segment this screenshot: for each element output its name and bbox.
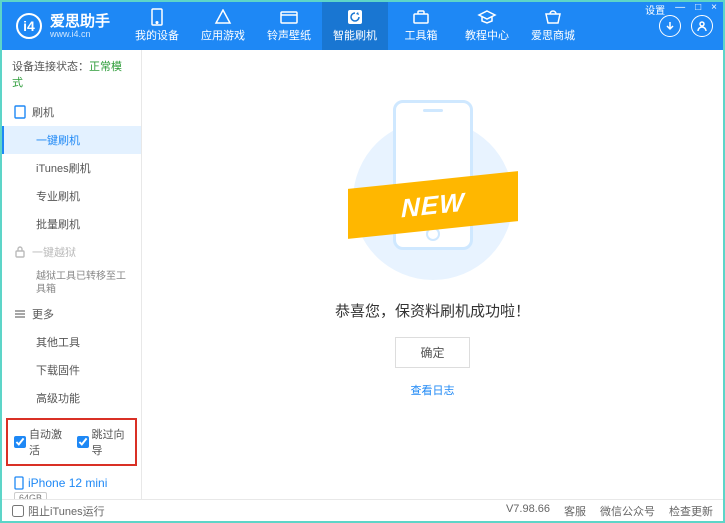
close-icon[interactable]: × [709,2,719,17]
top-nav: 我的设备 应用游戏 铃声壁纸 智能刷机 工具箱 教程中心 爱思商城 [124,2,659,50]
options-box: 自动激活 跳过向导 [6,418,137,466]
sidebar-item-pro-flash[interactable]: 专业刷机 [2,182,141,210]
sidebar-item-oneclick-flash[interactable]: 一键刷机 [2,126,141,154]
support-link[interactable]: 客服 [564,503,586,519]
footer: 阻止iTunes运行 V7.98.66 客服 微信公众号 检查更新 [2,499,723,521]
minimize-icon[interactable]: — [673,2,687,17]
nav-tutorials[interactable]: 教程中心 [454,2,520,50]
phone-icon [14,476,24,490]
menu-icon [14,308,26,320]
wechat-link[interactable]: 微信公众号 [600,503,655,519]
main-content: NEW 恭喜您，保资料刷机成功啦！ 确定 查看日志 [142,50,723,499]
user-button[interactable] [691,15,713,37]
nav-smart-flash[interactable]: 智能刷机 [322,2,388,50]
jailbreak-note: 越狱工具已转移至工具箱 [2,266,141,300]
check-update-link[interactable]: 检查更新 [669,503,713,519]
graduation-icon [477,9,497,25]
sidebar-group-more[interactable]: 更多 [2,300,141,328]
nav-ringtones[interactable]: 铃声壁纸 [256,2,322,50]
maximize-icon[interactable]: □ [693,2,703,17]
device-status: 设备连接状态：正常模式 [2,50,141,98]
device-name-label: iPhone 12 mini [28,476,107,490]
nav-my-device[interactable]: 我的设备 [124,2,190,50]
app-url: www.i4.cn [50,29,110,39]
app-name: 爱思助手 [50,14,110,29]
apps-icon [213,9,233,25]
success-illustration: NEW [358,80,508,280]
phone-icon [147,9,167,25]
auto-activate-checkbox[interactable]: 自动激活 [14,426,67,458]
nav-toolbox[interactable]: 工具箱 [388,2,454,50]
device-info[interactable]: iPhone 12 mini 64GB Down-12mini-13,1 [10,472,133,499]
logo-icon: i4 [16,13,42,39]
header: i4 爱思助手 www.i4.cn 我的设备 应用游戏 铃声壁纸 智能刷机 工具… [2,2,723,50]
download-button[interactable] [659,15,681,37]
lock-icon [14,246,26,258]
phone-icon [14,105,26,119]
sidebar-item-advanced[interactable]: 高级功能 [2,384,141,412]
sidebar-group-flash[interactable]: 刷机 [2,98,141,126]
sidebar-item-itunes-flash[interactable]: iTunes刷机 [2,154,141,182]
logo: i4 爱思助手 www.i4.cn [2,13,124,39]
settings-icon[interactable]: 设置 [643,2,667,17]
store-icon [543,9,563,25]
version-label: V7.98.66 [506,503,550,519]
nav-store[interactable]: 爱思商城 [520,2,586,50]
sidebar-item-batch-flash[interactable]: 批量刷机 [2,210,141,238]
sidebar-item-download-firmware[interactable]: 下载固件 [2,356,141,384]
sidebar-item-other-tools[interactable]: 其他工具 [2,328,141,356]
success-message: 恭喜您，保资料刷机成功啦！ [335,300,530,321]
ok-button[interactable]: 确定 [395,337,469,368]
device-capacity: 64GB [14,492,47,499]
nav-apps-games[interactable]: 应用游戏 [190,2,256,50]
block-itunes-checkbox[interactable]: 阻止iTunes运行 [12,503,105,519]
skip-guide-checkbox[interactable]: 跳过向导 [77,426,130,458]
view-log-link[interactable]: 查看日志 [411,382,455,398]
refresh-icon [345,9,365,25]
toolbox-icon [411,9,431,25]
archive-icon [279,9,299,25]
sidebar: 设备连接状态：正常模式 刷机 一键刷机 iTunes刷机 专业刷机 批量刷机 一… [2,50,142,499]
sidebar-group-jailbreak: 一键越狱 [2,238,141,266]
